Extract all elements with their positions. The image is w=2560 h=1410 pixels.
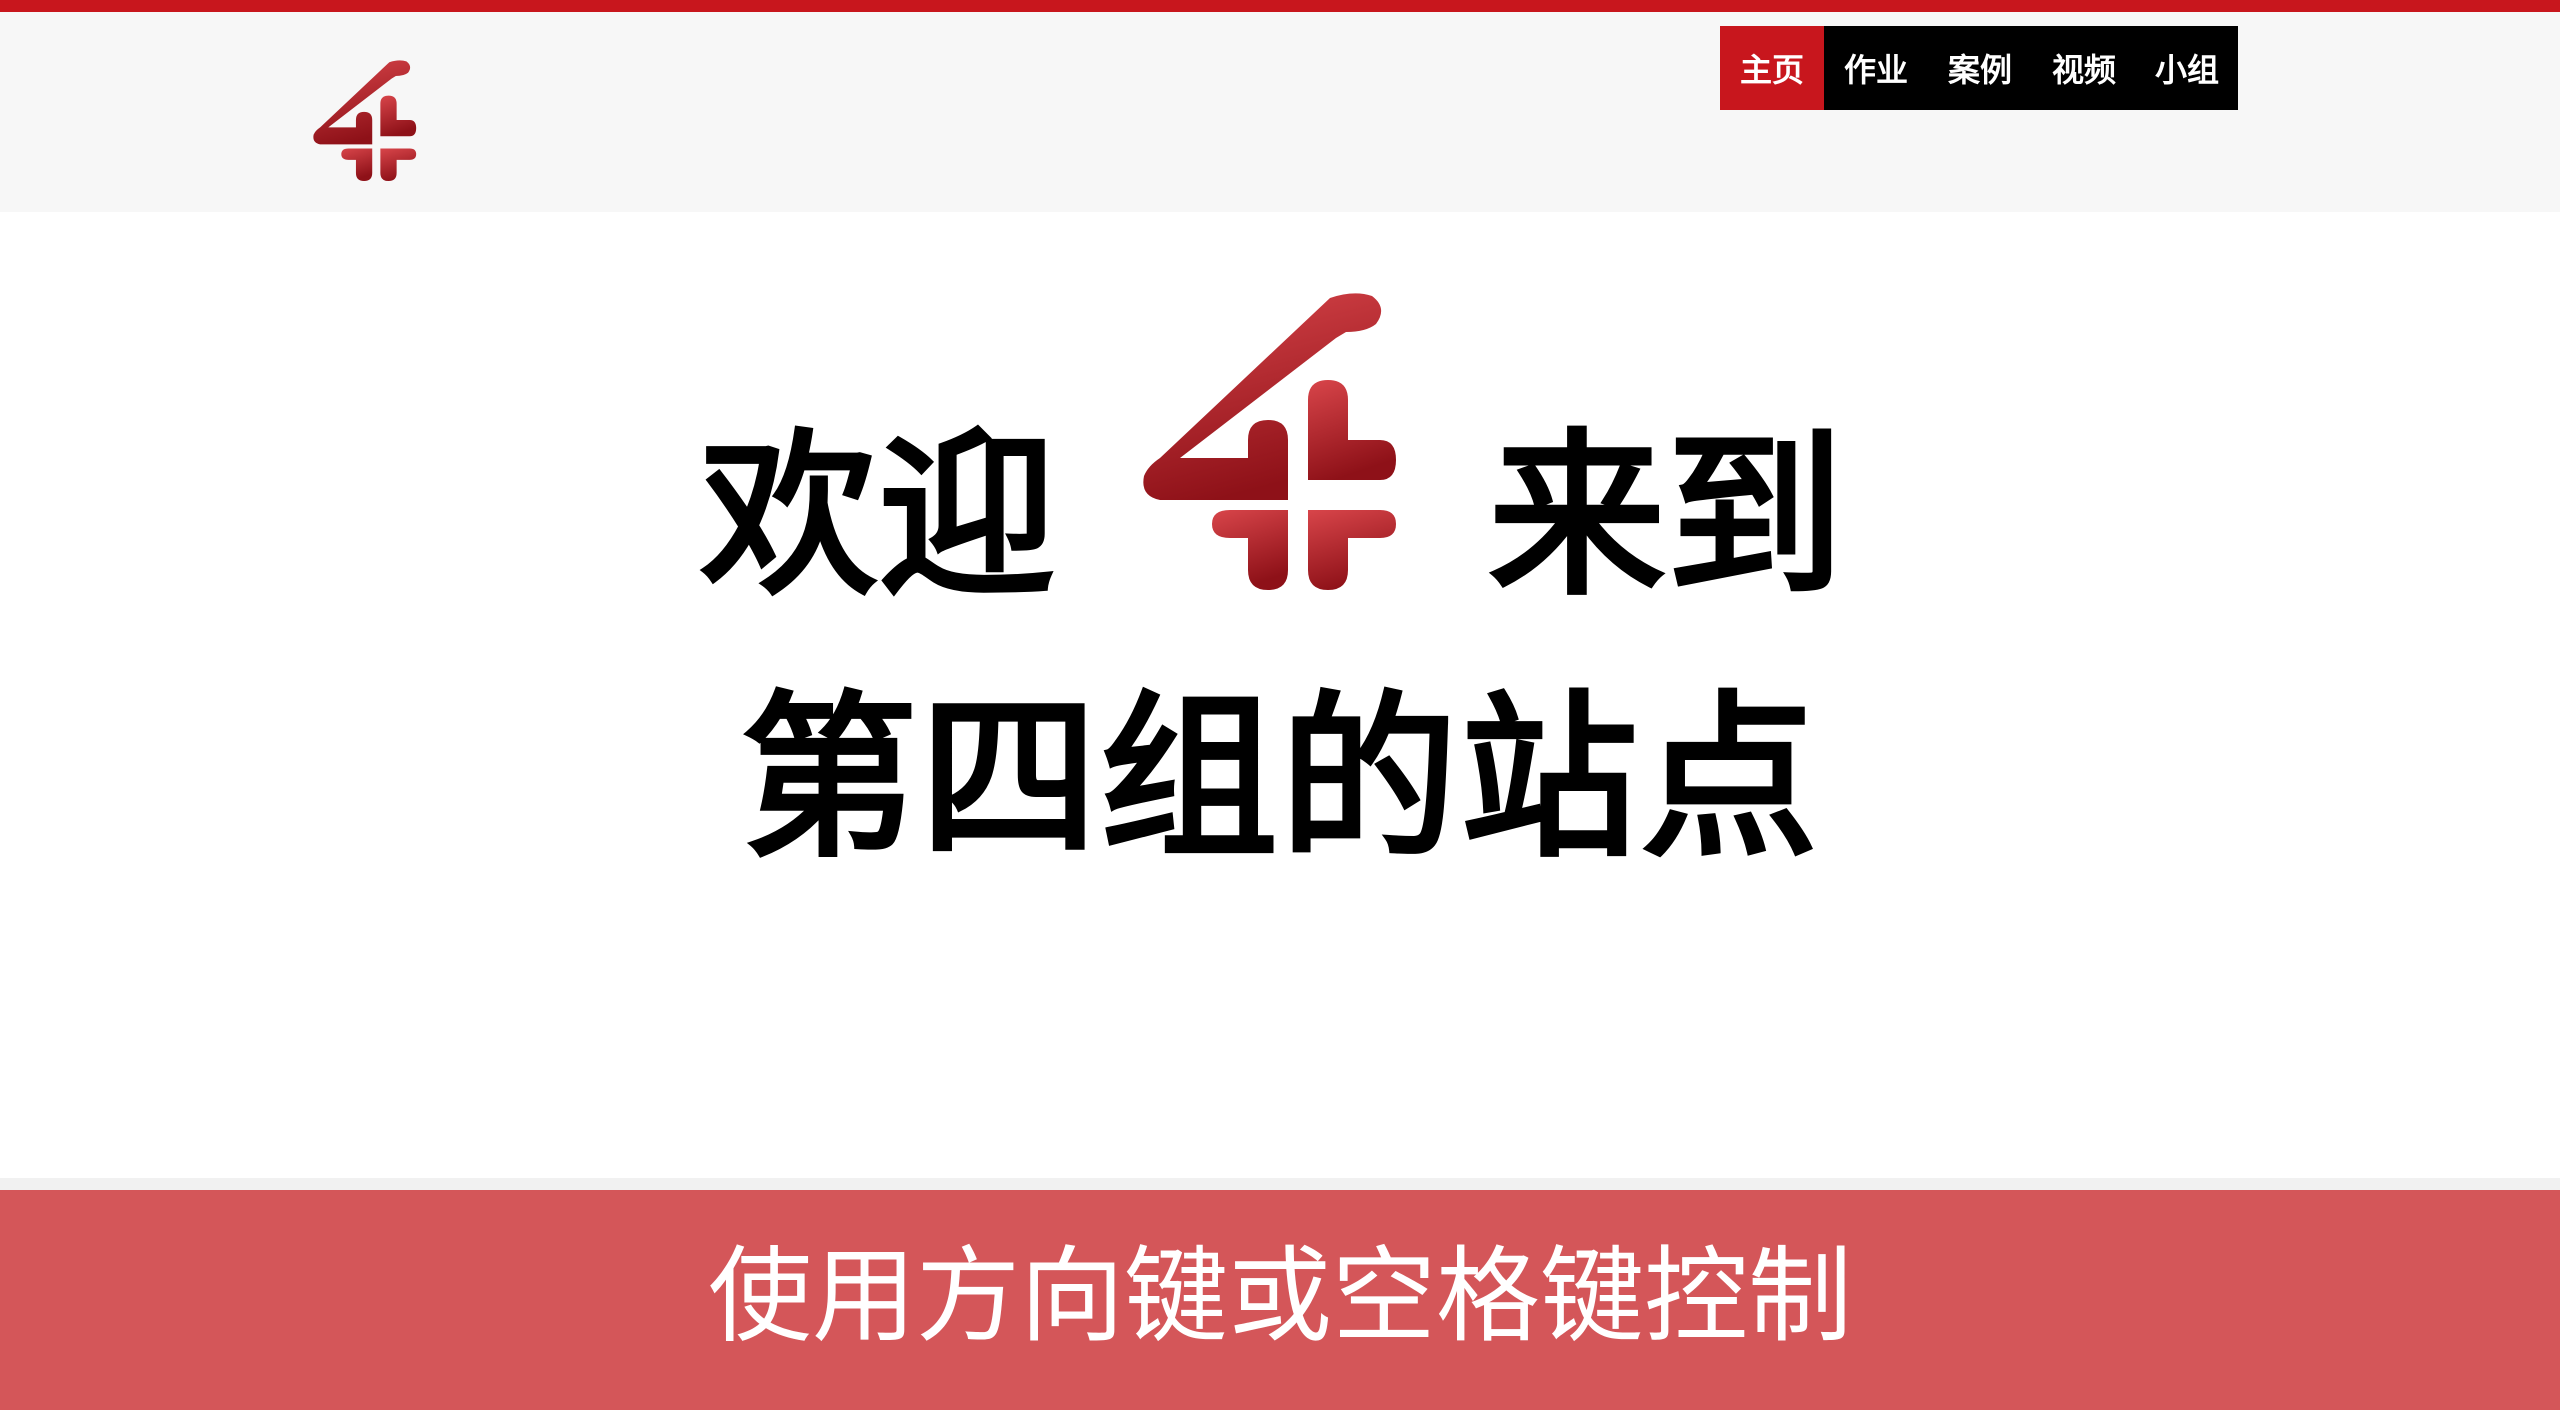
- hero-title-line-1: 欢迎 来到: [700, 290, 1880, 630]
- controls-hint-text: 使用方向键或空格键控制: [707, 1235, 1852, 1357]
- nav-item-home[interactable]: 主页: [1720, 26, 1824, 110]
- nav-item-homework[interactable]: 作业: [1824, 26, 1928, 110]
- nav-item-group[interactable]: 小组: [2136, 26, 2238, 110]
- top-accent-bar: [0, 0, 2560, 12]
- nav-item-videos[interactable]: 视频: [2032, 26, 2136, 110]
- hero-four-logo-icon: [1143, 293, 1396, 590]
- hero-word-to: 来到: [1488, 413, 1844, 620]
- hero-title-line-2: 第四组的站点: [740, 675, 1820, 882]
- hero-word-welcome: 欢迎: [700, 413, 1056, 620]
- main-nav: 主页 作业 案例 视频 小组: [1720, 26, 2238, 110]
- footer-divider: [0, 1178, 2560, 1190]
- nav-item-cases[interactable]: 案例: [1928, 26, 2032, 110]
- site-logo-icon[interactable]: [312, 52, 430, 188]
- site-header: 主页 作业 案例 视频 小组: [0, 12, 2560, 212]
- controls-hint-bar: 使用方向键或空格键控制: [0, 1190, 2560, 1410]
